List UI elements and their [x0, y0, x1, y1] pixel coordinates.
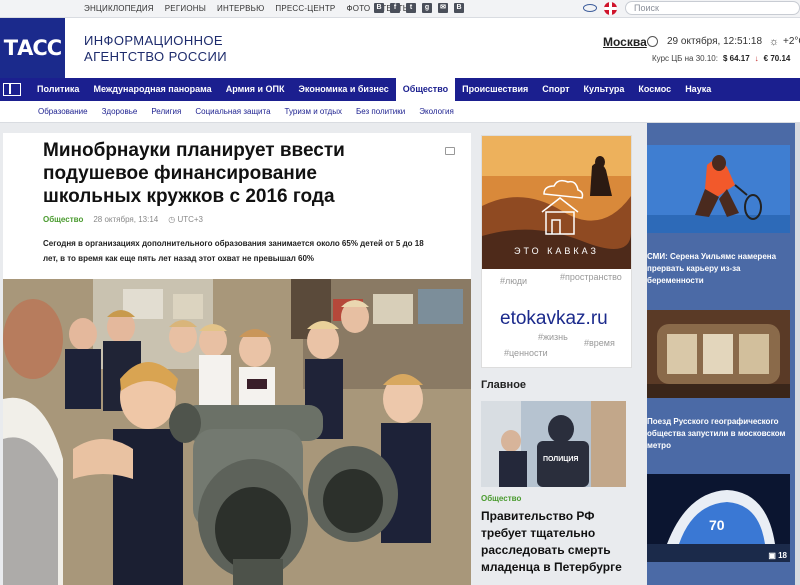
nav-item-sport[interactable]: Спорт	[535, 78, 576, 101]
search-input[interactable]: Поиск	[625, 1, 800, 15]
eur-rate: € 70.14	[763, 54, 791, 63]
top-strip: ЭНЦИКЛОПЕДИЯ РЕГИОНЫ ИНТЕРВЬЮ ПРЕСС-ЦЕНТ…	[0, 0, 800, 18]
subnav-item-tourism[interactable]: Туризм и отдых	[285, 101, 342, 123]
current-datetime: 29 октября, 12:51:18	[667, 36, 763, 47]
temperature: +2°C	[783, 36, 800, 47]
article-lead: Сегодня в организациях дополнительного о…	[43, 239, 424, 263]
agency-name-line2: АГЕНТСТВО РОССИИ	[84, 49, 227, 64]
subnav-item-health[interactable]: Здоровье	[102, 101, 138, 123]
right-card-1-image: ▣ 2	[647, 145, 790, 233]
top-link-photo[interactable]: ФОТО	[346, 4, 370, 13]
facebook-icon[interactable]: f	[390, 3, 400, 13]
article-meta: Общество 28 октября, 13:14 ◷ UTC+3	[43, 215, 203, 224]
photo-count-3: ▣ 18	[768, 551, 787, 560]
article-date: 28 октября, 13:14	[93, 215, 159, 224]
nav-item-politics[interactable]: Политика	[30, 78, 86, 101]
scrollbar[interactable]	[795, 123, 800, 585]
nav-item-science[interactable]: Наука	[678, 78, 718, 101]
children-binoculars-image	[3, 279, 471, 585]
ad-tag-values: #ценности	[504, 348, 548, 358]
header: ТАСС ИНФОРМАЦИОННОЕ АГЕНТСТВО РОССИИ Мос…	[0, 18, 800, 78]
main-nav: Политика Международная панорама Армия и …	[0, 78, 800, 101]
news-photo[interactable]: ПОЛИЦИЯ	[481, 401, 626, 487]
social-links: B f t g ✉ B	[374, 3, 464, 13]
nav-item-army[interactable]: Армия и ОПК	[219, 78, 292, 101]
ad-tags: #люди #пространство etokavkaz.ru #жизнь …	[482, 270, 631, 367]
article-category[interactable]: Общество	[43, 215, 83, 224]
vk-icon[interactable]: B	[454, 3, 464, 13]
top-link-regions[interactable]: РЕГИОНЫ	[165, 4, 206, 13]
subnav-item-social[interactable]: Социальная защита	[195, 101, 270, 123]
menu-icon[interactable]	[3, 83, 21, 96]
top-link-press-center[interactable]: ПРЕСС-ЦЕНТР	[275, 4, 335, 13]
svg-text:70: 70	[709, 517, 725, 533]
ad-tag-time: #время	[584, 338, 615, 348]
top-links: ЭНЦИКЛОПЕДИЯ РЕГИОНЫ ИНТЕРВЬЮ ПРЕСС-ЦЕНТ…	[84, 4, 410, 13]
subnav-item-ecology[interactable]: Экология	[419, 101, 454, 123]
ad-image: ЭТО КАВКАЗ	[482, 136, 631, 269]
subnav-item-education[interactable]: Образование	[38, 101, 88, 123]
ad-tag-people: #люди	[500, 276, 528, 286]
news-title[interactable]: Правительство РФ требует тщательно рассл…	[481, 508, 626, 576]
ad-tag-life: #жизнь	[538, 332, 568, 342]
print-icon[interactable]	[445, 147, 455, 155]
police-label: ПОЛИЦИЯ	[543, 456, 578, 463]
right-card-3-image: 70 ▣ 18	[647, 474, 790, 562]
top-link-interviews[interactable]: ИНТЕРВЬЮ	[217, 4, 264, 13]
ad-banner[interactable]: ЭТО КАВКАЗ #люди #пространство etokavkaz…	[481, 135, 632, 368]
rates-label: Курс ЦБ на 30.10:	[652, 54, 718, 63]
news-category[interactable]: Общество	[481, 494, 521, 503]
ad-brand: ЭТО КАВКАЗ	[514, 246, 599, 256]
agency-name-line1: ИНФОРМАЦИОННОЕ	[84, 33, 223, 48]
metro-train-image	[647, 310, 790, 398]
blog-icon[interactable]: B	[374, 3, 384, 13]
nav-item-incidents[interactable]: Происшествия	[455, 78, 535, 101]
usd-rate: $ 64.17	[722, 54, 750, 63]
right-card-2[interactable]: ▣ 4 Поезд Русского географического общес…	[647, 310, 790, 452]
agency-name: ИНФОРМАЦИОННОЕ АГЕНТСТВО РОССИИ	[84, 33, 227, 65]
clock-icon	[647, 36, 658, 47]
accessibility-eye-icon[interactable]	[583, 4, 597, 12]
nav-items: Политика Международная панорама Армия и …	[30, 78, 718, 101]
camera-icon: ▣	[768, 551, 779, 560]
photo-count-3-value: 18	[778, 551, 787, 560]
currency-rates: Курс ЦБ на 30.10: $ 64.17 ↓ € 70.14	[652, 54, 790, 63]
night-building-image: 70	[647, 474, 790, 562]
top-link-encyclopedia[interactable]: ЭНЦИКЛОПЕДИЯ	[84, 4, 154, 13]
eur-down-icon: ↓	[754, 54, 759, 63]
sub-nav-items: Образование Здоровье Религия Социальная …	[38, 101, 454, 123]
tennis-image	[647, 145, 790, 233]
subnav-item-no-politics[interactable]: Без политики	[356, 101, 405, 123]
mail-icon[interactable]: ✉	[438, 3, 448, 13]
article-headline[interactable]: Минобрнауки планирует ввести подушевое ф…	[43, 139, 363, 208]
ad-url[interactable]: etokavkaz.ru	[500, 308, 608, 330]
nav-item-economy[interactable]: Экономика и бизнес	[292, 78, 396, 101]
article-photo[interactable]	[3, 279, 471, 585]
english-flag-icon[interactable]	[604, 2, 617, 15]
sub-nav: Образование Здоровье Религия Социальная …	[0, 101, 800, 123]
subnav-item-religion[interactable]: Религия	[151, 101, 181, 123]
right-card-1[interactable]: ▣ 2 СМИ: Серена Уильямс намерена прерват…	[647, 145, 790, 287]
google-plus-icon[interactable]: g	[422, 3, 432, 13]
right-card-2-title[interactable]: Поезд Русского географического общества …	[647, 416, 790, 452]
main-section-title: Главное	[481, 379, 527, 391]
right-card-2-image: ▣ 4	[647, 310, 790, 398]
nav-item-society[interactable]: Общество	[395, 78, 456, 101]
city-selector[interactable]: Москва	[603, 35, 647, 49]
timezone-label: UTC+3	[177, 215, 203, 224]
right-card-1-title[interactable]: СМИ: Серена Уильямс намерена прервать ка…	[647, 251, 790, 287]
nav-item-culture[interactable]: Культура	[577, 78, 632, 101]
ad-tag-space: #пространство	[560, 272, 622, 282]
twitter-icon[interactable]: t	[406, 3, 416, 13]
main-article: Минобрнауки планирует ввести подушевое ф…	[3, 133, 471, 585]
right-card-3[interactable]: 70 ▣ 18	[647, 474, 790, 562]
police-image: ПОЛИЦИЯ	[481, 401, 626, 487]
nav-item-space[interactable]: Космос	[631, 78, 678, 101]
article-timezone: ◷ UTC+3	[168, 215, 203, 224]
tass-logo[interactable]: ТАСС	[0, 18, 65, 78]
nav-item-world[interactable]: Международная панорама	[86, 78, 218, 101]
sun-icon: ☼	[769, 36, 780, 48]
